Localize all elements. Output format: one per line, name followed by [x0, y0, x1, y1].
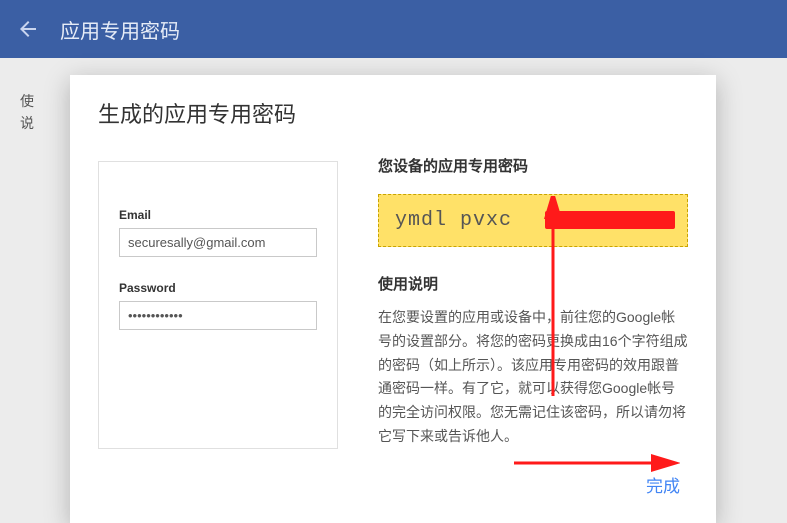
- done-row: 完成: [642, 466, 684, 503]
- appbar-title: 应用专用密码: [60, 15, 180, 44]
- background-text: 使 说: [20, 90, 34, 135]
- password-field[interactable]: [119, 301, 317, 330]
- device-password-heading: 您设备的应用专用密码: [378, 155, 688, 176]
- email-field[interactable]: [119, 228, 317, 257]
- bg-line-2: 说: [20, 112, 34, 134]
- right-panel: 您设备的应用专用密码 ymdl pvxc 使用说明 在您要设置的应用或设备中，前…: [378, 161, 688, 449]
- modal-title: 生成的应用专用密码: [98, 97, 688, 129]
- sample-login-card: Email Password: [98, 161, 338, 449]
- modal-dialog: 生成的应用专用密码 Email Password 您设备的应用专用密码 ymdl…: [70, 75, 716, 523]
- instructions-body: 在您要设置的应用或设备中，前往您的Google帐号的设置部分。将您的密码更换成由…: [378, 306, 688, 449]
- generated-password-box: ymdl pvxc: [378, 194, 688, 247]
- password-label: Password: [119, 281, 317, 295]
- modal-body: Email Password 您设备的应用专用密码 ymdl pvxc 使用说明…: [98, 161, 688, 449]
- email-label: Email: [119, 208, 317, 222]
- redaction-bar: [545, 211, 675, 229]
- done-button[interactable]: 完成: [642, 466, 684, 503]
- back-arrow-icon[interactable]: [16, 17, 40, 41]
- appbar: 应用专用密码: [0, 0, 787, 58]
- bg-line-1: 使: [20, 90, 34, 112]
- instructions-heading: 使用说明: [378, 273, 688, 294]
- generated-password-text: ymdl pvxc: [395, 209, 512, 232]
